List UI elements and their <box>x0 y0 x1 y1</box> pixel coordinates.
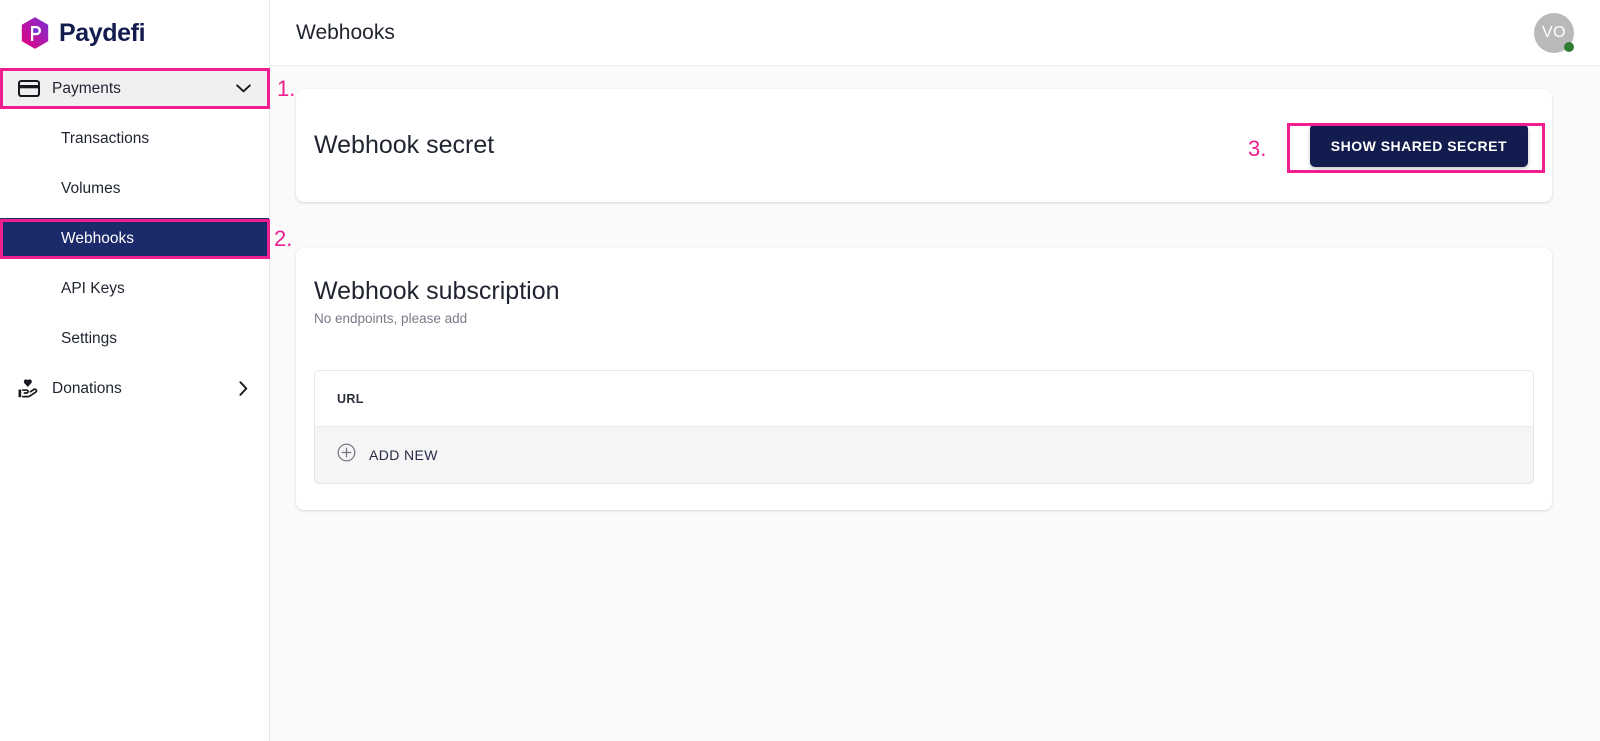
webhook-subscription-card: Webhook subscription No endpoints, pleas… <box>296 248 1552 511</box>
avatar[interactable]: VO <box>1534 12 1574 53</box>
sidebar-item-label: Webhooks <box>61 229 134 247</box>
paydefi-hexagon-logo-icon <box>20 17 50 49</box>
hand-holding-heart-icon <box>18 378 40 400</box>
add-new-endpoint-row[interactable]: ADD NEW <box>315 427 1533 484</box>
plus-circle-icon <box>337 443 356 467</box>
app-root: Paydefi Payments Transactions Volumes We… <box>0 0 1600 741</box>
content-area: Webhook secret SHOW SHARED SECRET Webhoo… <box>270 66 1600 741</box>
sidebar-nav: Payments Transactions Volumes Webhooks A… <box>0 66 269 409</box>
webhook-secret-title: Webhook secret <box>314 131 495 159</box>
webhook-subscription-caption: No endpoints, please add <box>314 311 468 327</box>
chevron-right-icon[interactable] <box>235 381 251 397</box>
brand[interactable]: Paydefi <box>0 0 269 66</box>
brand-name: Paydefi <box>59 18 146 47</box>
payments-group-row[interactable]: Payments <box>0 68 269 109</box>
sidebar-item-label: Volumes <box>61 179 121 197</box>
sidebar-item-label: Settings <box>61 329 118 347</box>
sidebar-item-label: Transactions <box>61 129 150 147</box>
donations-group-label: Donations <box>52 379 122 397</box>
endpoints-table: URL ADD NEW <box>314 370 1534 485</box>
sidebar-item-label: API Keys <box>61 279 125 297</box>
column-header-url: URL <box>337 391 364 406</box>
sidebar-item-volumes[interactable]: Volumes <box>0 168 269 209</box>
chevron-down-icon[interactable] <box>235 81 251 97</box>
sidebar: Paydefi Payments Transactions Volumes We… <box>0 0 270 741</box>
sidebar-item-api-keys[interactable]: API Keys <box>0 268 269 309</box>
add-new-label: ADD NEW <box>369 447 438 464</box>
sidebar-item-transactions[interactable]: Transactions <box>0 118 269 159</box>
page-title: Webhooks <box>296 20 395 44</box>
webhook-subscription-title: Webhook subscription <box>314 277 560 305</box>
payments-group-label: Payments <box>52 79 121 97</box>
top-bar: Webhooks VO <box>270 0 1600 66</box>
table-header-row: URL <box>315 371 1533 428</box>
online-status-dot-icon <box>1564 41 1574 52</box>
sidebar-item-settings[interactable]: Settings <box>0 318 269 359</box>
credit-card-icon <box>18 78 40 100</box>
main-area: Webhooks VO Webhook secret SHOW SHARED S… <box>270 0 1600 741</box>
donations-group-row[interactable]: Donations <box>0 368 269 409</box>
webhook-secret-card: Webhook secret SHOW SHARED SECRET <box>296 89 1552 202</box>
show-shared-secret-button[interactable]: SHOW SHARED SECRET <box>1309 124 1528 167</box>
sidebar-item-webhooks[interactable]: Webhooks <box>0 218 269 259</box>
